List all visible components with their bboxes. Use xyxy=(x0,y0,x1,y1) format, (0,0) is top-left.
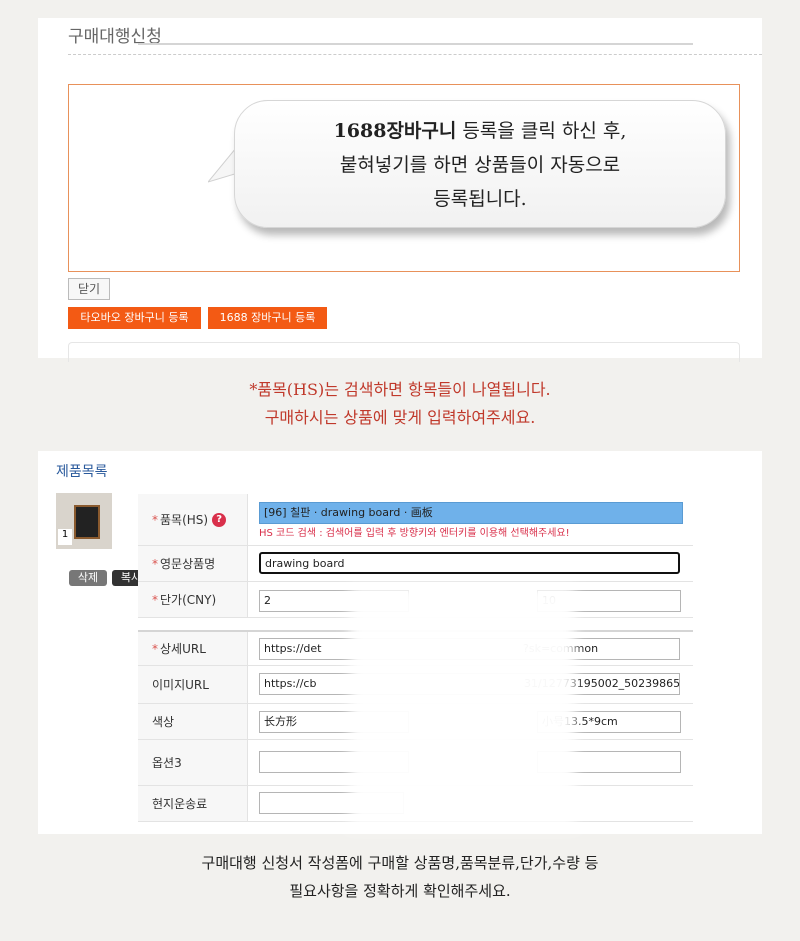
taobao-cart-register-button[interactable]: 타오바오 장바구니 등록 xyxy=(68,307,201,329)
form-note-line1: 구매대행 신청서 작성폼에 구매할 상품명,품목분류,단가,수량 등 xyxy=(201,854,599,872)
chalkboard-image xyxy=(74,505,100,539)
speech-bubble-text: 1688장바구니 등록을 클릭 하신 후, 붙혀넣기를 하면 상품들이 자동으로… xyxy=(234,114,726,216)
bubble-line2: 붙혀넣기를 하면 상품들이 자동으로 xyxy=(339,154,621,176)
hs-note-line1: *품목(HS)는 검색하면 항목들이 나열됩니다. xyxy=(249,380,551,399)
option3-label: 옵션3 xyxy=(138,740,248,785)
form-note-line2: 필요사항을 정확하게 확인해주세요. xyxy=(289,882,511,900)
price-label: * 단가(CNY) xyxy=(138,582,248,617)
detail-url-label: * 상세URL xyxy=(138,632,248,665)
next-section-box xyxy=(68,342,740,362)
product-thumbnail[interactable]: 1 xyxy=(56,493,112,549)
cart-1688-register-button[interactable]: 1688 장바구니 등록 xyxy=(208,307,327,329)
delete-button[interactable]: 삭제 xyxy=(69,570,107,586)
hs-search-input[interactable]: [96] 칠판 · drawing board · 画板 xyxy=(259,502,683,524)
color-label: 색상 xyxy=(138,704,248,739)
shipping-label: 현지운송료 xyxy=(138,786,248,821)
hs-hint: HS 코드 검색 : 검색어를 입력 후 방향키와 엔터키를 이용해 선택해주세… xyxy=(259,528,570,539)
hs-label: * 품목(HS)? xyxy=(138,494,248,545)
bubble-line1: 등록을 클릭 하신 후, xyxy=(456,120,627,142)
help-icon[interactable]: ? xyxy=(212,512,227,527)
image-url-left: https://cb xyxy=(264,677,317,690)
close-button[interactable]: 닫기 xyxy=(68,278,110,300)
image-url-label: 이미지URL xyxy=(138,666,248,703)
eng-name-row: * 영문상품명 drawing board xyxy=(138,546,693,582)
eng-name-input[interactable]: drawing board xyxy=(259,552,680,574)
bubble-bold-text: 1688장바구니 xyxy=(333,120,457,142)
hs-row: * 품목(HS)? [96] 칠판 · drawing board · 画板 HS… xyxy=(138,494,693,546)
detail-url-left: https://det xyxy=(264,642,322,655)
title-divider xyxy=(68,54,762,55)
bubble-line3: 등록됩니다. xyxy=(433,188,527,210)
section-title: 제품목록 xyxy=(56,464,108,480)
cart-register-panel: 구매대행신청 1688장바구니 등록을 클릭 하신 후, 붙혀넣기를 하면 상품… xyxy=(38,18,762,362)
thumb-index: 1 xyxy=(58,529,72,545)
eng-name-label: * 영문상품명 xyxy=(138,546,248,581)
product-form-top-border xyxy=(138,43,693,45)
hs-note-line2: 구매하시는 상품에 맞게 입력하여주세요. xyxy=(264,408,536,427)
blur-mask xyxy=(350,586,575,826)
